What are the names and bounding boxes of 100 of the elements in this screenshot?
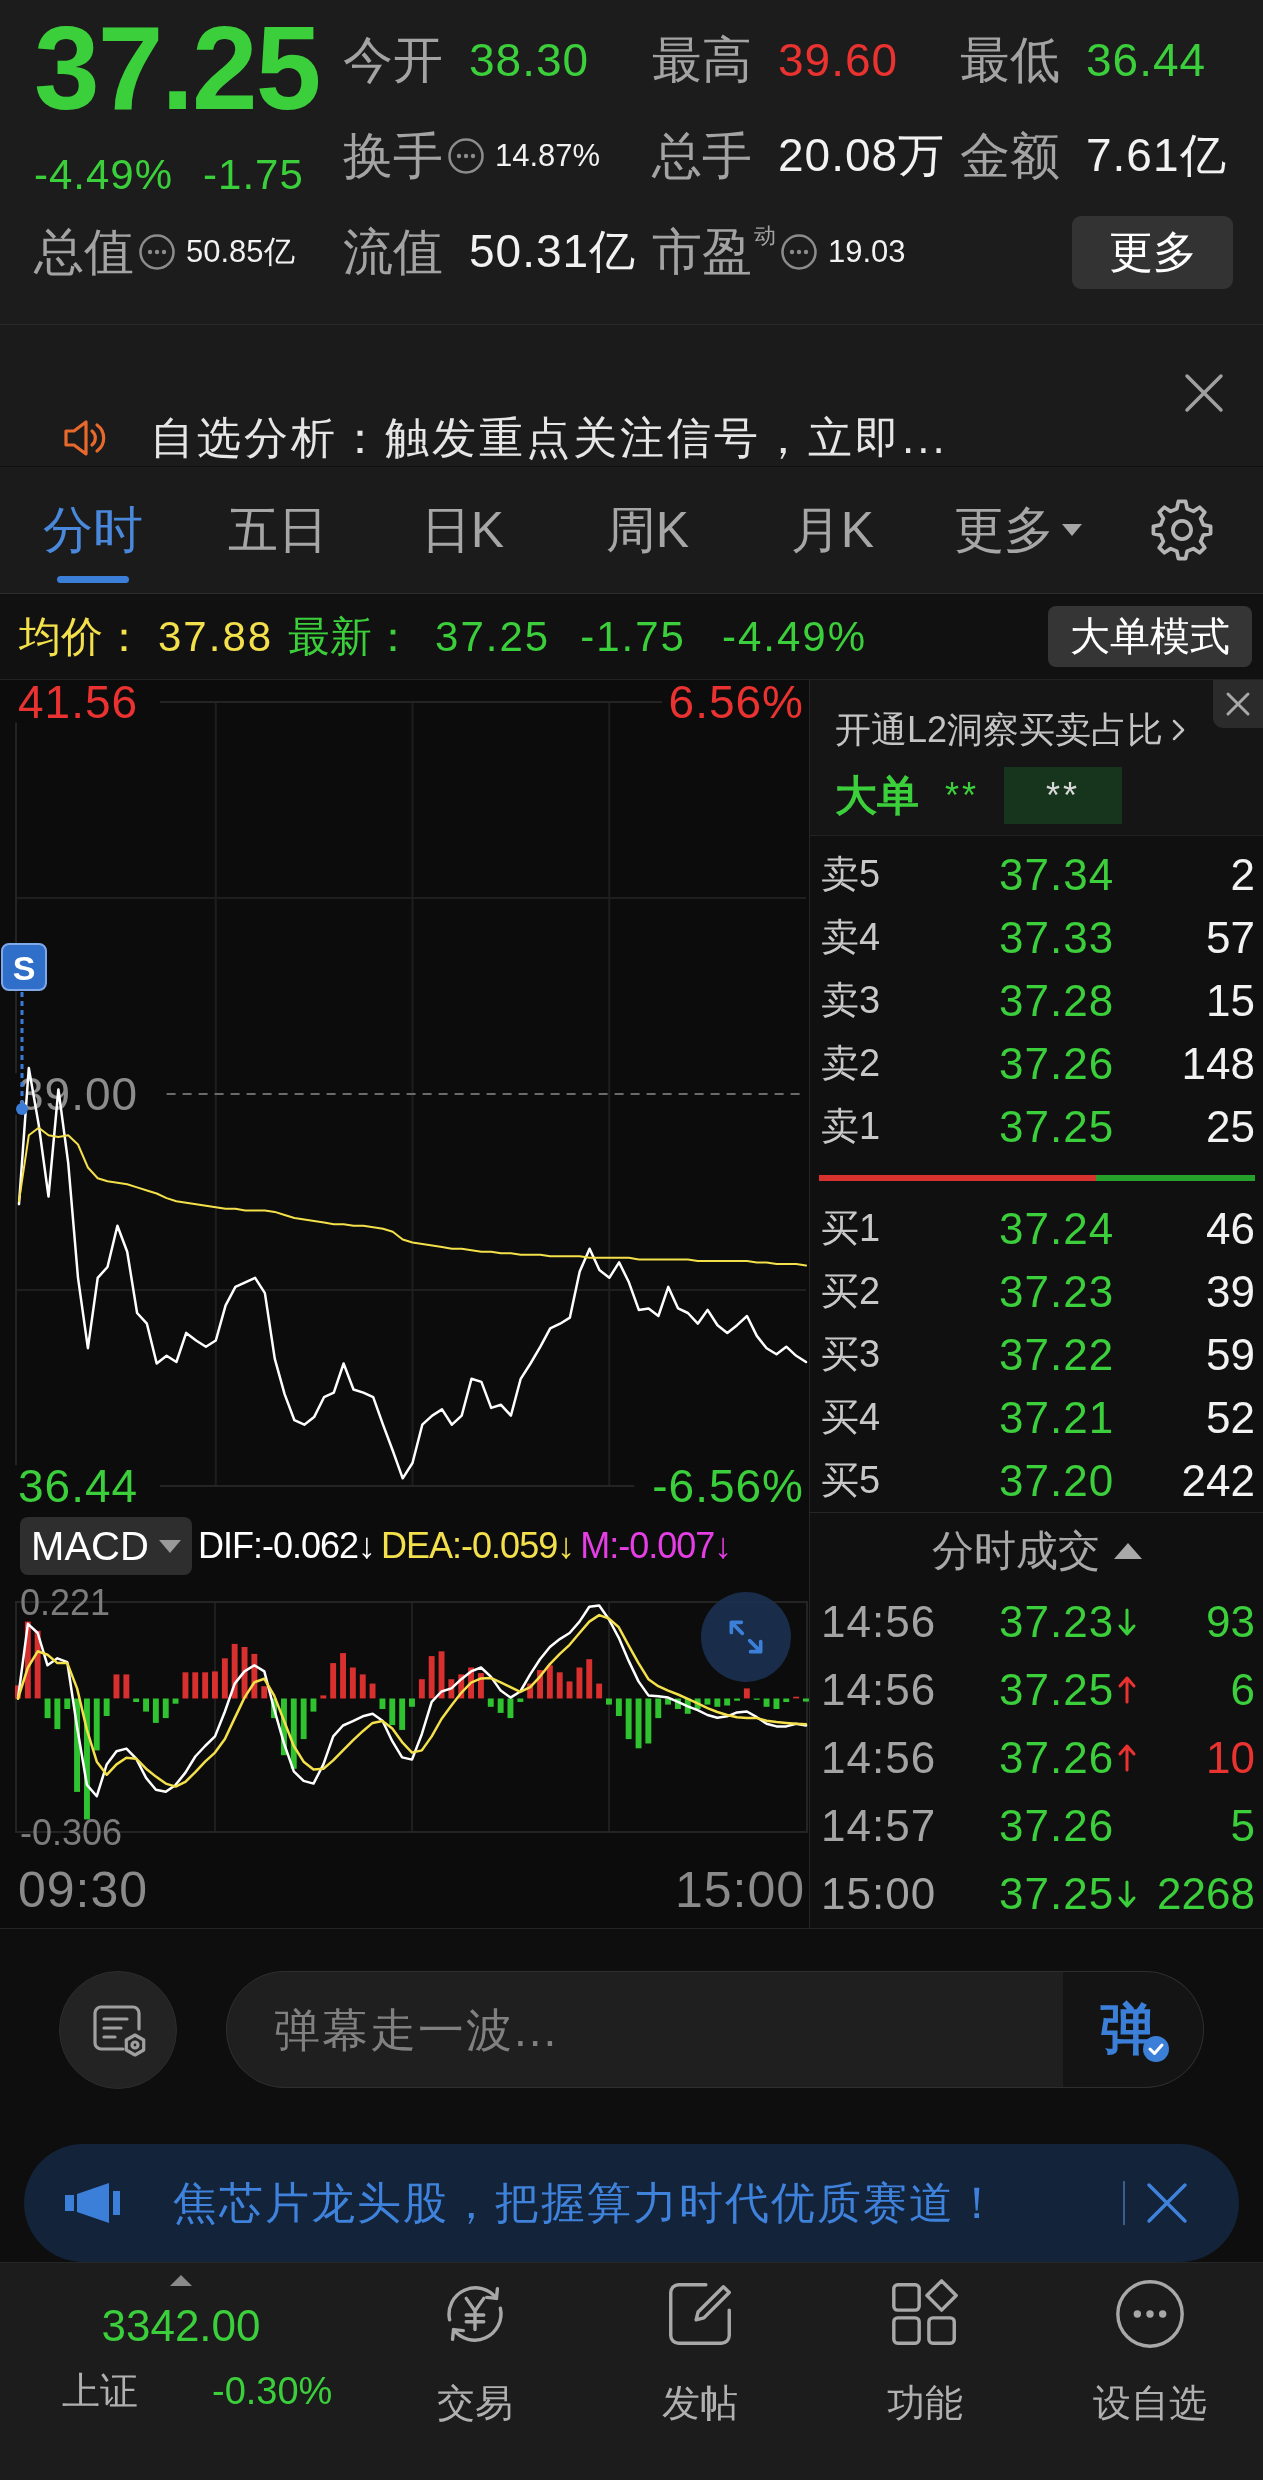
tab[interactable]: 分时 [0,467,185,593]
order-price: 37.26 [999,1038,1115,1089]
indicator-value: M:-0.007↓ [580,1525,732,1567]
order-volume: 15 [1206,975,1255,1026]
stat-value: 20.08万 [778,128,946,183]
index-change[interactable]: -0.30% [212,2368,333,2414]
index-name[interactable]: 上证 [62,2368,138,2414]
order-level-label: 买3 [821,1332,881,1377]
indicator-axis-label: 0.221 [20,1582,111,1623]
order-level-label: 卖5 [821,852,881,897]
close-icon [1225,691,1251,717]
trade-price: 37.26 [999,1801,1115,1851]
stat-label: 流值 [343,223,443,282]
more-button[interactable]: 更多 [1072,215,1233,289]
ellipsis-circle-icon[interactable] [780,233,818,271]
average-price-label: 均价： [19,611,145,662]
trade-time: 15:00 [821,1869,937,1919]
tab[interactable]: 五日 [185,467,370,593]
chevron-right-icon [1171,718,1186,742]
trade-time: 14:56 [821,1733,937,1783]
stat-label: 最低 [960,31,1060,90]
tab[interactable]: 周K [555,467,740,593]
nav-item[interactable]: 发帖 [587,2263,812,2480]
order-level-label: 买1 [821,1206,881,1251]
indicator-value: DEA:-0.059↓ [381,1525,575,1567]
stat-label: 今开 [343,31,443,90]
stat-label: 最高 [652,31,752,90]
nav-item[interactable]: 交易 [362,2263,587,2480]
close-icon[interactable] [1144,2180,1190,2226]
caret-up-icon[interactable] [170,2275,192,2286]
ellipsis-circle-icon[interactable] [138,233,176,271]
order-price: 37.28 [999,975,1115,1026]
order-level-label: 卖1 [821,1104,881,1149]
ad-banner[interactable]: 焦芯片龙头股，把握算力时代优质赛道！ [24,2144,1239,2262]
index-value[interactable]: 3342.00 [101,2301,261,2351]
stat-value: 38.30 [469,33,590,87]
order-price: 37.25 [999,1101,1115,1152]
nav-item[interactable]: 功能 [812,2263,1037,2480]
percent-axis-label: 6.56% [668,680,804,728]
change-percent: -4.49% [721,612,868,661]
caret-icon [158,1539,181,1553]
trade-price: 37.25 [999,1665,1115,1715]
close-icon[interactable] [1183,372,1225,414]
order-volume: 52 [1206,1392,1255,1443]
big-order-value: ** [945,774,980,817]
order-volume: 57 [1206,912,1255,963]
order-volume: 39 [1206,1266,1255,1317]
order-level-label: 买4 [821,1395,881,1440]
order-volume: 59 [1206,1329,1255,1380]
big-order-detail: ** [1004,767,1123,824]
time-axis-label: 09:30 [18,1861,149,1919]
close-button[interactable] [1213,680,1263,728]
tab[interactable]: 更多 [925,467,1110,593]
change-amount: -1.75 [203,150,304,200]
stat-value: 36.44 [1086,33,1207,87]
indicator-axis-label: -0.306 [20,1812,123,1852]
nav-item[interactable]: 设自选 [1037,2263,1262,2480]
big-order-label: 大单 [835,770,919,821]
order-volume: 148 [1181,1038,1255,1089]
stat-value: 50.31亿 [469,224,637,279]
stat-value: 39.60 [778,33,899,87]
tab[interactable]: 月K [740,467,925,593]
latest-price-value: 37.25 [435,612,551,661]
trade-time: 14:56 [821,1597,937,1647]
order-price: 37.22 [999,1329,1115,1380]
signal-marker[interactable]: S [1,943,47,991]
order-level-label: 卖4 [821,915,881,960]
price-axis-label: 36.44 [18,1460,139,1510]
order-volume: 2 [1230,849,1255,900]
latest-price-label: 最新： [288,611,415,662]
order-price: 37.23 [999,1266,1115,1317]
order-price: 37.24 [999,1203,1115,1254]
order-price: 37.34 [999,849,1115,900]
stat-label: 换手 [343,127,443,186]
tab[interactable]: 日K [370,467,555,593]
order-level-label: 买5 [821,1458,881,1503]
ellipsis-circle-icon[interactable] [447,137,485,175]
order-level-label: 卖2 [821,1041,881,1086]
stat-label: 金额 [960,127,1060,186]
price-axis-label: 41.56 [18,680,139,728]
order-volume: 25 [1206,1101,1255,1152]
trade-volume: 93 [1206,1597,1255,1647]
trades-title: 分时成交 [931,1525,1100,1576]
trade-time: 14:57 [821,1801,937,1851]
triangle-up-icon[interactable] [1113,1542,1142,1559]
indicator-dropdown[interactable]: MACD [20,1517,192,1575]
stat-value: 19.03 [828,234,906,270]
indicator-value: DIF:-0.062↓ [198,1525,376,1567]
trade-price: 37.26 [999,1733,1115,1783]
stat-value: 50.85亿 [186,233,295,271]
big-order-mode-button[interactable]: 大单模式 [1048,606,1252,667]
trade-volume: 6 [1230,1665,1255,1715]
stat-value: 7.61亿 [1086,128,1227,183]
order-volume: 242 [1181,1455,1255,1506]
settings-icon[interactable] [1150,498,1214,562]
current-price: 37.25 [34,8,320,128]
order-level-label: 卖3 [821,978,881,1023]
trade-volume: 5 [1230,1801,1255,1851]
average-price-value: 37.88 [158,612,274,661]
stat-value: 14.87% [495,138,601,174]
